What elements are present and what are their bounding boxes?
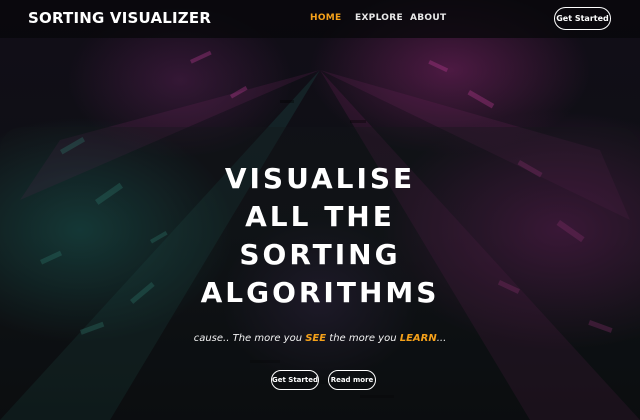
hero-title-line: ALL THE	[245, 200, 395, 233]
brand-logo-text[interactable]: SORTING VISUALIZER	[28, 9, 211, 27]
tagline-text: cause.. The more you	[193, 333, 306, 344]
nav-link-about[interactable]: ABOUT	[410, 13, 446, 23]
hero-title-line: ALGORITHMS	[200, 276, 440, 309]
tagline-highlight-see: SEE	[305, 333, 327, 344]
nav-link-home[interactable]: HOME	[310, 13, 342, 23]
tagline-text: ...	[436, 333, 447, 344]
hero-title-line: SORTING	[239, 238, 401, 271]
get-started-button[interactable]: Get Started	[271, 370, 319, 390]
read-more-button[interactable]: Read more	[328, 370, 376, 390]
tagline-highlight-learn: LEARN	[399, 333, 437, 344]
hero-title-line: VISUALISE	[224, 162, 416, 195]
tagline-text: the more you	[326, 333, 400, 344]
get-started-nav-button[interactable]: Get Started	[554, 7, 611, 30]
hero-tagline: cause.. The more you SEE the more you LE…	[0, 333, 640, 344]
nav-link-explore[interactable]: EXPLORE	[355, 13, 403, 23]
hero-title: VISUALISE ALL THE SORTING ALGORITHMS	[0, 160, 640, 312]
navbar: SORTING VISUALIZER HOME EXPLORE ABOUT Ge…	[0, 0, 640, 38]
